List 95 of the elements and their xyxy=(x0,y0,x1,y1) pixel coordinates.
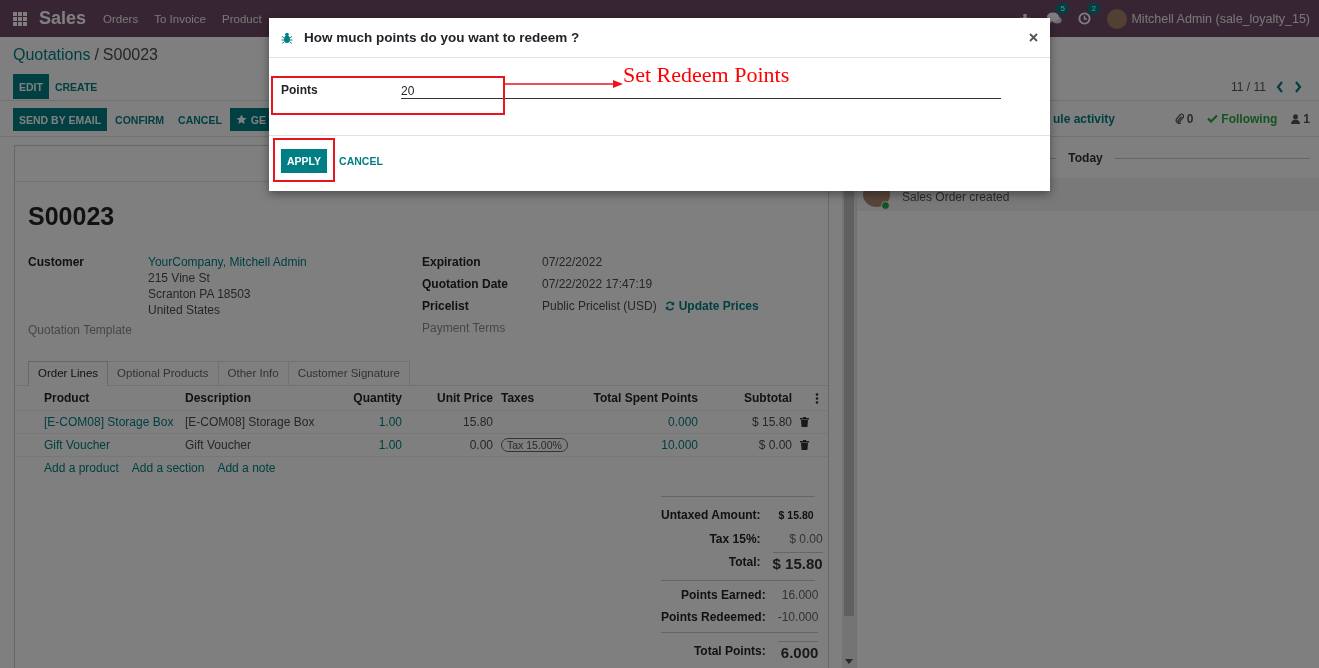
column-header[interactable]: Product xyxy=(44,391,185,405)
followers-button[interactable]: 1 xyxy=(1291,111,1310,126)
schedule-activity-link[interactable]: ule activity xyxy=(1053,111,1116,126)
dialog-title: How much points do you want to redeem ? xyxy=(304,30,580,45)
address-line: 215 Vine St xyxy=(148,270,211,286)
total-label: Tax 15%: xyxy=(708,532,761,546)
following-button[interactable]: Following xyxy=(1207,111,1278,126)
user-icon xyxy=(1291,113,1301,124)
clock-icon[interactable] xyxy=(1078,12,1092,25)
paperclip-icon xyxy=(1174,113,1184,124)
table-cell-text: 1.00 xyxy=(377,415,403,429)
breadcrumb-separator: / xyxy=(94,46,99,64)
column-header[interactable]: Subtotal xyxy=(706,391,800,405)
trash-icon[interactable] xyxy=(800,417,809,427)
total-value: $ 0.00 xyxy=(788,532,823,546)
product-link[interactable]: [E-COM08] Storage Box xyxy=(44,415,185,429)
record-title: S00023 xyxy=(28,202,116,230)
status-button[interactable]: SEND BY EMAIL xyxy=(13,108,108,131)
menu-item[interactable]: To Invoice xyxy=(146,12,214,25)
add-line-link[interactable]: Add a note xyxy=(217,461,276,475)
apps-menu-icon[interactable] xyxy=(13,11,27,26)
column-header[interactable]: Total Spent Points xyxy=(581,391,706,405)
action-button[interactable]: CREATE xyxy=(48,75,104,98)
field-label: Pricelist xyxy=(422,298,470,314)
refresh-icon xyxy=(664,301,675,311)
column-header[interactable]: Unit Price xyxy=(410,391,501,405)
add-line-link[interactable]: Add a product xyxy=(44,461,119,475)
total-value: 6.000 xyxy=(777,641,819,661)
points-input[interactable]: 20 xyxy=(401,83,1001,99)
kebab-icon[interactable] xyxy=(815,392,819,404)
star-icon xyxy=(235,114,247,125)
address-line: Scranton PA 18503 xyxy=(148,286,252,302)
date-separator: Today xyxy=(1068,151,1103,165)
field-label: Points xyxy=(281,83,319,97)
total-label: Untaxed Amount: xyxy=(661,507,761,522)
dialog-button[interactable]: APPLY xyxy=(281,149,328,173)
total-value: 16.000 xyxy=(780,588,819,602)
table-cell-text: 10.000 xyxy=(660,438,699,452)
table-cell-text: 15.80 xyxy=(461,415,494,429)
table-cell-text: 0.000 xyxy=(666,415,699,429)
highlight-box xyxy=(273,138,335,182)
table-cell-text: $ 15.80 xyxy=(750,415,793,429)
pager-value: 11 / 11 xyxy=(1231,79,1266,94)
product-link[interactable]: Gift Voucher xyxy=(44,438,185,452)
breadcrumb-link[interactable]: Quotations xyxy=(13,46,91,64)
update-prices-button[interactable]: Update Prices xyxy=(664,298,759,314)
field-label: Quotation Template xyxy=(28,322,133,338)
field-label: Customer xyxy=(28,254,85,271)
action-button[interactable]: EDIT xyxy=(13,74,49,99)
trash-icon[interactable] xyxy=(800,440,809,450)
dialog-button[interactable]: CANCEL xyxy=(333,149,389,172)
online-dot xyxy=(881,201,890,210)
check-icon xyxy=(1207,114,1219,123)
message-count-badge: 5 xyxy=(1056,3,1069,14)
attachments-button[interactable]: 0 xyxy=(1174,111,1194,126)
field-label: Quotation Date xyxy=(422,276,509,292)
status-button[interactable]: GE xyxy=(229,108,272,131)
total-value: $ 15.80 xyxy=(772,552,823,572)
previous-icon[interactable] xyxy=(1276,80,1284,93)
app-name[interactable]: Sales xyxy=(39,8,87,29)
customer-link[interactable]: YourCompany, Mitchell Admin xyxy=(148,254,422,270)
status-button[interactable]: CANCEL xyxy=(172,108,228,131)
breadcrumb-current: S00023 xyxy=(102,46,158,64)
table-cell-text: Gift Voucher xyxy=(185,438,253,452)
total-label: Total Points: xyxy=(692,644,766,658)
table-cell-text: [E-COM08] Storage Box xyxy=(185,415,316,429)
menu-item[interactable]: Product xyxy=(214,12,270,25)
total-value: -10.000 xyxy=(777,610,819,624)
field-value: 07/22/2022 17:47:19 xyxy=(542,276,653,292)
column-header[interactable]: Quantity xyxy=(335,391,410,405)
bug-icon[interactable] xyxy=(281,31,293,44)
table-cell-text: $ 0.00 xyxy=(757,438,793,452)
tab[interactable]: Customer Signature xyxy=(287,361,410,385)
column-header[interactable]: Description xyxy=(185,391,335,405)
total-label: Total: xyxy=(727,555,761,569)
add-line-link[interactable]: Add a section xyxy=(131,461,205,475)
total-label: Points Redeemed: xyxy=(661,610,766,624)
message-text: Sales Order created xyxy=(902,190,1010,204)
address-line: United States xyxy=(148,302,222,318)
table-cell-text: 0.00 xyxy=(468,438,494,452)
field-label: Expiration xyxy=(422,254,482,270)
field-value: Public Pricelist (USD) xyxy=(542,298,657,314)
total-label: Points Earned: xyxy=(680,588,766,602)
field-value: 07/22/2022 xyxy=(542,254,603,270)
next-icon[interactable] xyxy=(1294,80,1302,93)
total-value: $ 15.80 xyxy=(777,507,815,523)
column-header[interactable]: Taxes xyxy=(501,391,581,405)
close-icon[interactable] xyxy=(1029,33,1038,42)
user-name[interactable]: Mitchell Admin (sale_loyalty_15) xyxy=(1131,11,1310,26)
status-button[interactable]: CONFIRM xyxy=(109,108,171,131)
activity-count-badge: 2 xyxy=(1087,3,1100,14)
menu-item[interactable]: Orders xyxy=(95,12,147,25)
table-cell-text: 1.00 xyxy=(377,438,403,452)
tab[interactable]: Order Lines xyxy=(28,361,109,386)
field-label: Payment Terms xyxy=(422,320,507,336)
